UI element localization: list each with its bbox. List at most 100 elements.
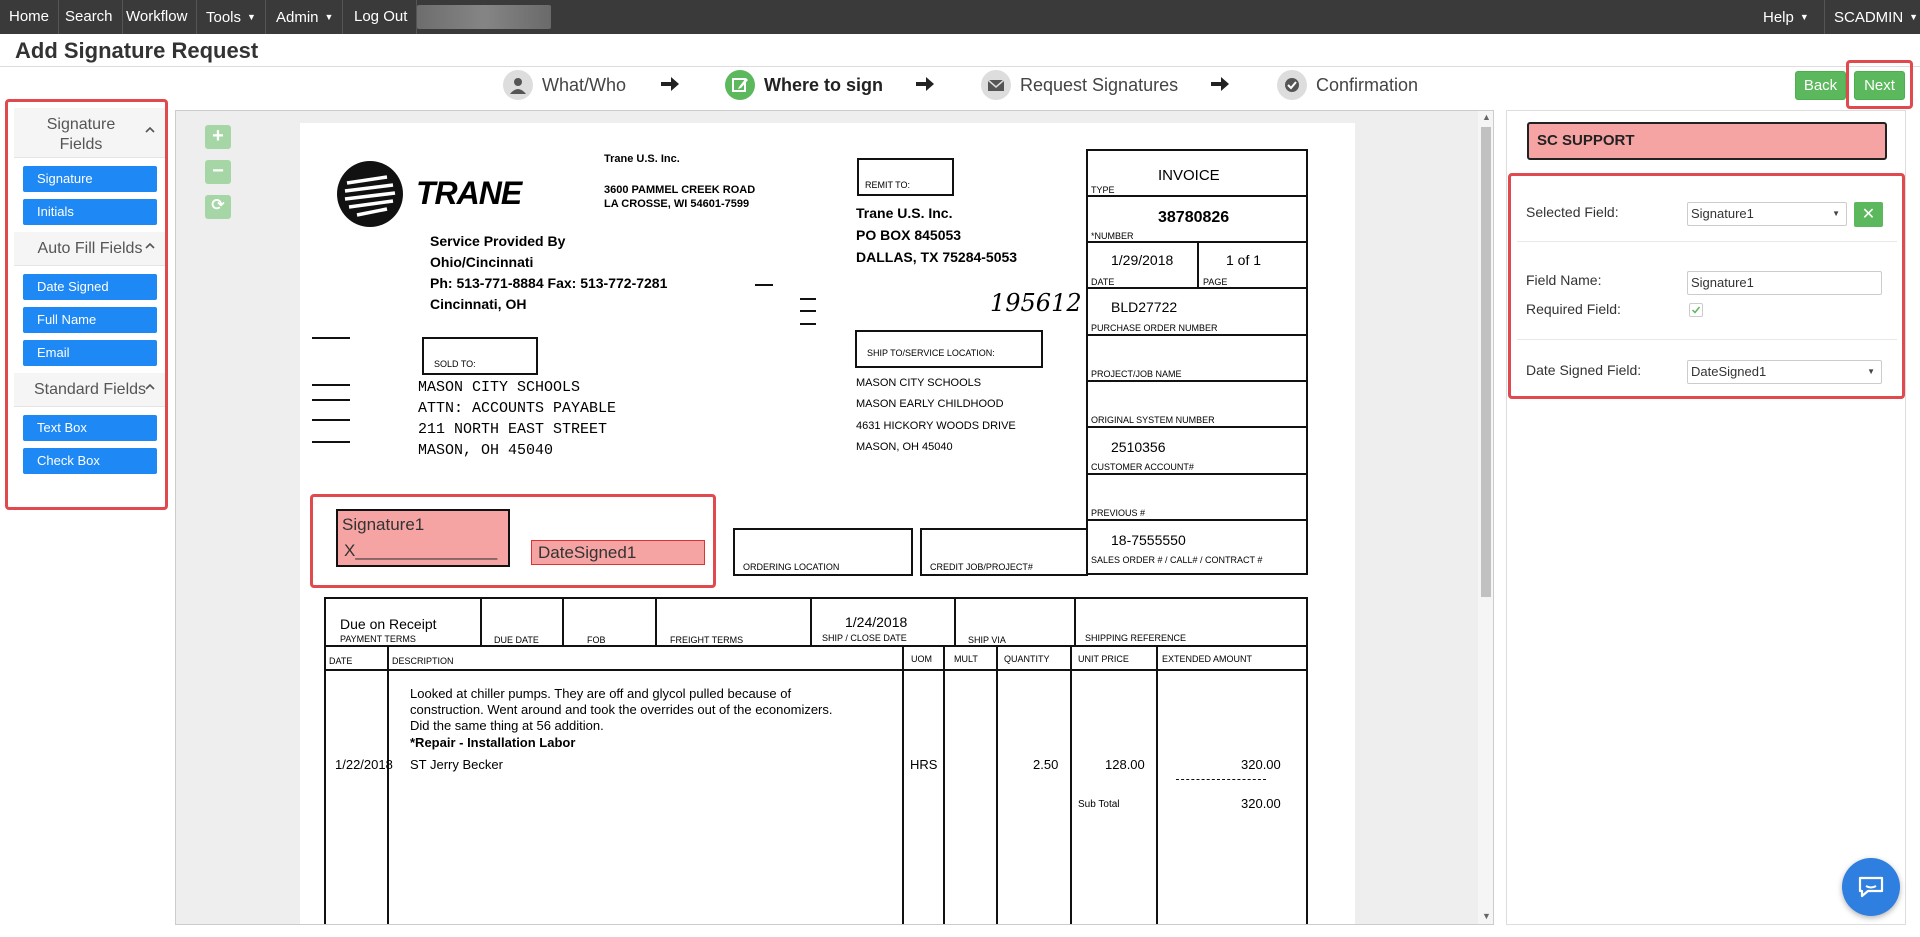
handwritten-number: 195612 bbox=[990, 289, 1082, 317]
vertical-scrollbar[interactable]: ▲ ▼ bbox=[1478, 111, 1493, 924]
service-line-3: Ph: 513-771-8884 Fax: 513-772-7281 bbox=[430, 275, 668, 291]
invoice-date: 1/29/2018 bbox=[1111, 252, 1174, 268]
original-system-label: ORIGINAL SYSTEM NUMBER bbox=[1091, 415, 1215, 425]
column-header: EXTENDED AMOUNT bbox=[1162, 654, 1253, 664]
ship-to-label: SHIP TO/SERVICE LOCATION: bbox=[867, 348, 995, 358]
credit-job-box: CREDIT JOB/PROJECT# bbox=[920, 528, 1088, 576]
ordering-location-label: ORDERING LOCATION bbox=[743, 562, 840, 572]
grid-line bbox=[902, 645, 904, 924]
margin-mark bbox=[312, 419, 350, 421]
grid-line bbox=[1156, 645, 1158, 924]
check-circle-icon bbox=[1277, 70, 1307, 100]
redacted-user-info bbox=[417, 5, 551, 29]
company-address-1: 3600 PAMMEL CREEK ROAD bbox=[604, 184, 756, 196]
shipping-reference-label: SHIPPING REFERENCE bbox=[1085, 633, 1187, 643]
service-line-1: Service Provided By bbox=[430, 233, 566, 249]
page-title: Add Signature Request bbox=[15, 38, 259, 63]
nav-user-label: SCADMIN bbox=[1834, 9, 1904, 26]
nav-user[interactable]: SCADMIN ▼ bbox=[1824, 0, 1920, 34]
grid-line bbox=[480, 597, 482, 647]
grid-line bbox=[1086, 519, 1308, 521]
po-number: BLD27722 bbox=[1111, 299, 1178, 315]
arrow-right-icon bbox=[916, 77, 934, 91]
ordering-location-box: ORDERING LOCATION bbox=[733, 528, 913, 576]
grid-line bbox=[1074, 597, 1076, 647]
margin-mark bbox=[800, 298, 816, 300]
zoom-in-button[interactable]: + bbox=[205, 125, 231, 149]
line-uom: HRS bbox=[910, 757, 938, 772]
caret-down-icon: ▼ bbox=[247, 12, 256, 22]
trane-logo-icon bbox=[337, 161, 403, 227]
line-quantity: 2.50 bbox=[1033, 757, 1059, 772]
invoice-page-count: 1 of 1 bbox=[1226, 252, 1262, 268]
user-icon bbox=[503, 70, 533, 100]
grid-line bbox=[655, 597, 657, 647]
wizard-step-where-to-sign[interactable]: Where to sign bbox=[725, 70, 883, 100]
column-header: UOM bbox=[911, 654, 932, 664]
grid-line bbox=[387, 645, 389, 924]
margin-mark bbox=[800, 310, 816, 312]
previous-label: PREVIOUS # bbox=[1091, 508, 1146, 518]
reset-zoom-button[interactable]: ⟳ bbox=[205, 195, 231, 219]
signer-name[interactable]: SC SUPPORT bbox=[1527, 122, 1887, 160]
service-line-4: Cincinnati, OH bbox=[430, 296, 527, 312]
wizard-step-confirmation[interactable]: Confirmation bbox=[1277, 70, 1418, 100]
payment-terms: Due on Receipt bbox=[340, 616, 437, 632]
caret-down-icon: ▼ bbox=[324, 12, 334, 22]
grid-line bbox=[1086, 426, 1308, 428]
ship-to-line: MASON EARLY CHILDHOOD bbox=[856, 398, 1004, 410]
service-line-2: Ohio/Cincinnati bbox=[430, 254, 534, 270]
grid-line bbox=[1197, 241, 1199, 287]
top-nav: Home Search Workflow Tools ▼ Admin ▼ Log O… bbox=[0, 0, 1920, 34]
scroll-up-icon[interactable]: ▲ bbox=[1482, 112, 1491, 122]
grid-line bbox=[1086, 473, 1308, 475]
highlight-next bbox=[1846, 60, 1913, 109]
ship-date-label: SHIP / CLOSE DATE bbox=[822, 633, 907, 643]
grid-line bbox=[1086, 380, 1308, 382]
nav-help-label: Help bbox=[1763, 9, 1794, 26]
back-button[interactable]: Back bbox=[1795, 71, 1846, 100]
wizard-step-request-signatures[interactable]: Request Signatures bbox=[981, 70, 1178, 100]
freight-terms-label: FREIGHT TERMS bbox=[670, 635, 744, 645]
nav-workflow[interactable]: Workflow bbox=[117, 0, 198, 34]
margin-mark bbox=[312, 399, 350, 401]
grid-line bbox=[324, 669, 1308, 671]
po-label: PURCHASE ORDER NUMBER bbox=[1091, 323, 1218, 333]
line-unit-price: 128.00 bbox=[1105, 757, 1145, 772]
project-label: PROJECT/JOB NAME bbox=[1091, 369, 1182, 379]
nav-admin[interactable]: Admin ▼ bbox=[267, 0, 344, 34]
invoice-number: 38780826 bbox=[1158, 209, 1230, 226]
zoom-out-button[interactable]: − bbox=[205, 160, 231, 184]
wizard-step-what-who[interactable]: What/Who bbox=[503, 70, 626, 100]
nav-search[interactable]: Search bbox=[56, 0, 123, 34]
nav-help[interactable]: Help ▼ bbox=[1754, 0, 1818, 34]
ship-via-label: SHIP VIA bbox=[968, 635, 1006, 645]
column-header: DESCRIPTION bbox=[392, 656, 454, 666]
margin-mark bbox=[312, 441, 350, 443]
sold-to-line: MASON CITY SCHOOLS bbox=[418, 379, 581, 396]
nav-tools[interactable]: Tools ▼ bbox=[197, 0, 266, 34]
sales-order-label: SALES ORDER # / CALL# / CONTRACT # bbox=[1091, 555, 1263, 565]
grid-line bbox=[943, 645, 945, 924]
scroll-down-icon[interactable]: ▼ bbox=[1482, 911, 1491, 921]
divider bbox=[0, 66, 1920, 67]
customer-account-label: CUSTOMER ACCOUNT# bbox=[1091, 462, 1194, 472]
column-header: UNIT PRICE bbox=[1078, 654, 1129, 664]
company-name: Trane U.S. Inc. bbox=[604, 153, 680, 165]
payment-terms-label: PAYMENT TERMS bbox=[340, 634, 416, 644]
grid-line bbox=[810, 597, 812, 647]
grid-line bbox=[954, 597, 956, 647]
caret-down-icon: ▼ bbox=[1909, 12, 1919, 22]
nav-home[interactable]: Home bbox=[0, 0, 60, 34]
grid-line bbox=[1086, 334, 1308, 336]
remit-line-2: PO BOX 845053 bbox=[856, 227, 962, 243]
nav-logout[interactable]: Log Out bbox=[345, 0, 418, 34]
ship-to-line: 4631 HICKORY WOODS DRIVE bbox=[856, 420, 1016, 432]
remit-line-3: DALLAS, TX 75284-5053 bbox=[856, 249, 1018, 265]
scrollbar-thumb[interactable] bbox=[1481, 127, 1491, 597]
chat-widget-button[interactable] bbox=[1842, 858, 1900, 916]
sold-to-line: ATTN: ACCOUNTS PAYABLE bbox=[418, 400, 617, 417]
wizard-step-label: Where to sign bbox=[764, 74, 884, 95]
highlight-field-palette bbox=[5, 99, 168, 510]
invoice-type: INVOICE bbox=[1158, 167, 1220, 184]
